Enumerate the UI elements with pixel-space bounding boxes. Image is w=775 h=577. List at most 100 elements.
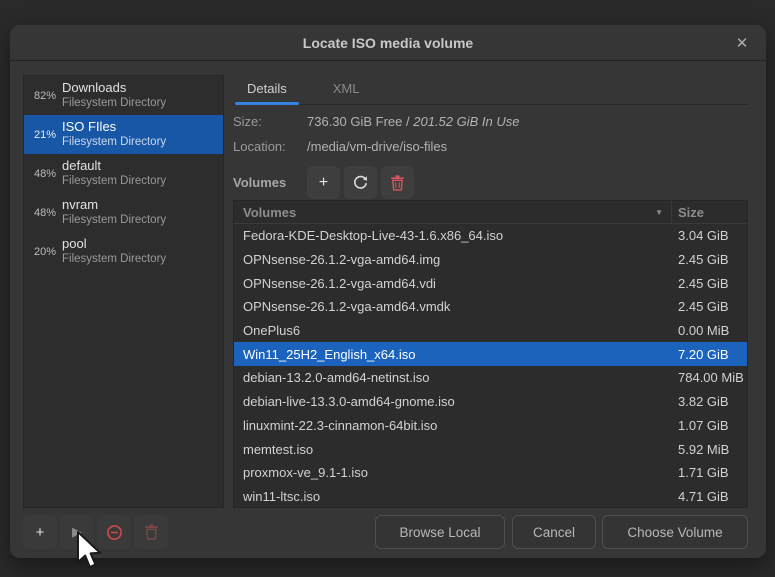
browse-local-button[interactable]: Browse Local	[375, 515, 505, 549]
pool-usage-percent: 48%	[28, 207, 62, 219]
volume-row[interactable]: debian-13.2.0-amd64-netinst.iso 784.00 M…	[234, 366, 747, 390]
pool-list-item[interactable]: 48% nvram Filesystem Directory	[24, 193, 223, 232]
volume-size: 3.82 GiB	[672, 394, 729, 409]
sort-descending-icon: ▼	[655, 208, 663, 217]
volume-row[interactable]: proxmox-ve_9.1-1.iso 1.71 GiB	[234, 461, 747, 485]
pool-name: nvram	[62, 197, 166, 213]
plus-icon: +	[319, 174, 328, 192]
pool-usage-percent: 82%	[28, 90, 62, 102]
size-row: Size: 736.30 GiB Free / 201.52 GiB In Us…	[233, 114, 748, 130]
dialog-titlebar: Locate ISO media volume ✕	[10, 25, 766, 61]
volume-size: 5.92 MiB	[672, 442, 729, 457]
volume-size: 3.04 GiB	[672, 228, 729, 243]
storage-pool-list: 82% Downloads Filesystem Directory 21% I…	[23, 75, 224, 508]
column-header-volumes[interactable]: Volumes ▼	[234, 201, 672, 223]
start-pool-button[interactable]: ▶	[60, 515, 94, 549]
volume-name: OPNsense-26.1.2-vga-amd64.vdi	[234, 276, 672, 291]
size-label: Size:	[233, 114, 307, 130]
stop-circle-icon	[106, 524, 123, 541]
volume-size: 4.71 GiB	[672, 489, 729, 504]
volume-size: 784.00 MiB	[672, 370, 744, 385]
pool-text: nvram Filesystem Directory	[62, 197, 166, 228]
size-free: 736.30 GiB Free /	[307, 114, 413, 129]
pool-text: Downloads Filesystem Directory	[62, 80, 166, 111]
volume-size: 2.45 GiB	[672, 276, 729, 291]
stop-pool-button[interactable]	[97, 515, 131, 549]
volume-name: Win11_25H2_English_x64.iso	[234, 347, 672, 362]
volume-size: 2.45 GiB	[672, 299, 729, 314]
volume-name: debian-live-13.3.0-amd64-gnome.iso	[234, 394, 672, 409]
volumes-label: Volumes	[233, 175, 307, 190]
volume-size: 1.71 GiB	[672, 465, 729, 480]
volume-row[interactable]: memtest.iso 5.92 MiB	[234, 437, 747, 461]
pool-name: ISO FIles	[62, 119, 166, 135]
tab-details[interactable]: Details	[233, 75, 301, 104]
pool-list-item[interactable]: 21% ISO FIles Filesystem Directory	[24, 115, 223, 154]
size-used: 201.52 GiB In Use	[413, 114, 519, 129]
pool-list-item[interactable]: 82% Downloads Filesystem Directory	[24, 76, 223, 115]
volume-row[interactable]: OnePlus6 0.00 MiB	[234, 319, 747, 343]
volume-name: debian-13.2.0-amd64-netinst.iso	[234, 370, 672, 385]
delete-pool-button[interactable]	[134, 515, 168, 549]
volume-row[interactable]: Fedora-KDE-Desktop-Live-43-1.6.x86_64.is…	[234, 224, 747, 248]
pool-type: Filesystem Directory	[62, 213, 166, 227]
volume-row[interactable]: win11-ltsc.iso 4.71 GiB	[234, 485, 747, 508]
locate-iso-dialog: Locate ISO media volume ✕ 82% Downloads …	[10, 25, 766, 558]
location-label: Location:	[233, 139, 307, 155]
pool-text: default Filesystem Directory	[62, 158, 166, 189]
location-row: Location: /media/vm-drive/iso-files	[233, 139, 748, 155]
close-icon[interactable]: ✕	[730, 31, 754, 55]
pool-name: pool	[62, 236, 166, 252]
delete-volume-button[interactable]	[381, 166, 414, 199]
pool-list-item[interactable]: 20% pool Filesystem Directory	[24, 232, 223, 271]
column-header-size[interactable]: Size	[672, 205, 704, 220]
volume-row[interactable]: Win11_25H2_English_x64.iso 7.20 GiB	[234, 342, 747, 366]
refresh-volumes-button[interactable]	[344, 166, 377, 199]
volume-name: OnePlus6	[234, 323, 672, 338]
pool-list-item[interactable]: 48% default Filesystem Directory	[24, 154, 223, 193]
tab-xml[interactable]: XML	[319, 75, 374, 104]
volume-name: linuxmint-22.3-cinnamon-64bit.iso	[234, 418, 672, 433]
pool-name: Downloads	[62, 80, 166, 96]
volume-name: OPNsense-26.1.2-vga-amd64.vmdk	[234, 299, 672, 314]
volume-name: OPNsense-26.1.2-vga-amd64.img	[234, 252, 672, 267]
pool-usage-percent: 21%	[28, 129, 62, 141]
pool-usage-percent: 48%	[28, 168, 62, 180]
cancel-button[interactable]: Cancel	[512, 515, 596, 549]
pool-type: Filesystem Directory	[62, 252, 166, 266]
pool-type: Filesystem Directory	[62, 96, 166, 110]
size-value: 736.30 GiB Free / 201.52 GiB In Use	[307, 114, 519, 130]
volume-row[interactable]: debian-live-13.3.0-amd64-gnome.iso 3.82 …	[234, 390, 747, 414]
volumes-table: Volumes ▼ Size Fedora-KDE-Desktop-Live-4…	[233, 200, 748, 508]
volume-size: 1.07 GiB	[672, 418, 729, 433]
volume-name: Fedora-KDE-Desktop-Live-43-1.6.x86_64.is…	[234, 228, 672, 243]
new-volume-button[interactable]: +	[307, 166, 340, 199]
add-pool-button[interactable]: +	[23, 515, 57, 549]
volumes-column-label: Volumes	[243, 205, 296, 220]
volume-size: 0.00 MiB	[672, 323, 729, 338]
pool-details-panel: Details XML Size: 736.30 GiB Free / 201.…	[233, 75, 748, 199]
volume-size: 7.20 GiB	[672, 347, 729, 362]
trash-icon	[144, 524, 159, 540]
volume-row[interactable]: OPNsense-26.1.2-vga-amd64.vdi 2.45 GiB	[234, 271, 747, 295]
play-icon: ▶	[72, 524, 82, 540]
tabstrip: Details XML	[233, 75, 748, 105]
refresh-icon	[352, 174, 369, 191]
pool-text: ISO FIles Filesystem Directory	[62, 119, 166, 150]
trash-icon	[390, 175, 405, 191]
location-value: /media/vm-drive/iso-files	[307, 139, 447, 155]
plus-icon: +	[36, 524, 45, 541]
volume-row[interactable]: linuxmint-22.3-cinnamon-64bit.iso 1.07 G…	[234, 414, 747, 438]
pool-type: Filesystem Directory	[62, 135, 166, 149]
volume-row[interactable]: OPNsense-26.1.2-vga-amd64.img 2.45 GiB	[234, 248, 747, 272]
dialog-title: Locate ISO media volume	[303, 35, 473, 51]
volumes-table-header: Volumes ▼ Size	[234, 201, 747, 224]
pool-text: pool Filesystem Directory	[62, 236, 166, 267]
volume-size: 2.45 GiB	[672, 252, 729, 267]
volume-name: proxmox-ve_9.1-1.iso	[234, 465, 672, 480]
pool-usage-percent: 20%	[28, 246, 62, 258]
volume-row[interactable]: OPNsense-26.1.2-vga-amd64.vmdk 2.45 GiB	[234, 295, 747, 319]
choose-volume-button[interactable]: Choose Volume	[602, 515, 748, 549]
volumes-toolbar: Volumes +	[233, 166, 748, 199]
volume-name: win11-ltsc.iso	[234, 489, 672, 504]
